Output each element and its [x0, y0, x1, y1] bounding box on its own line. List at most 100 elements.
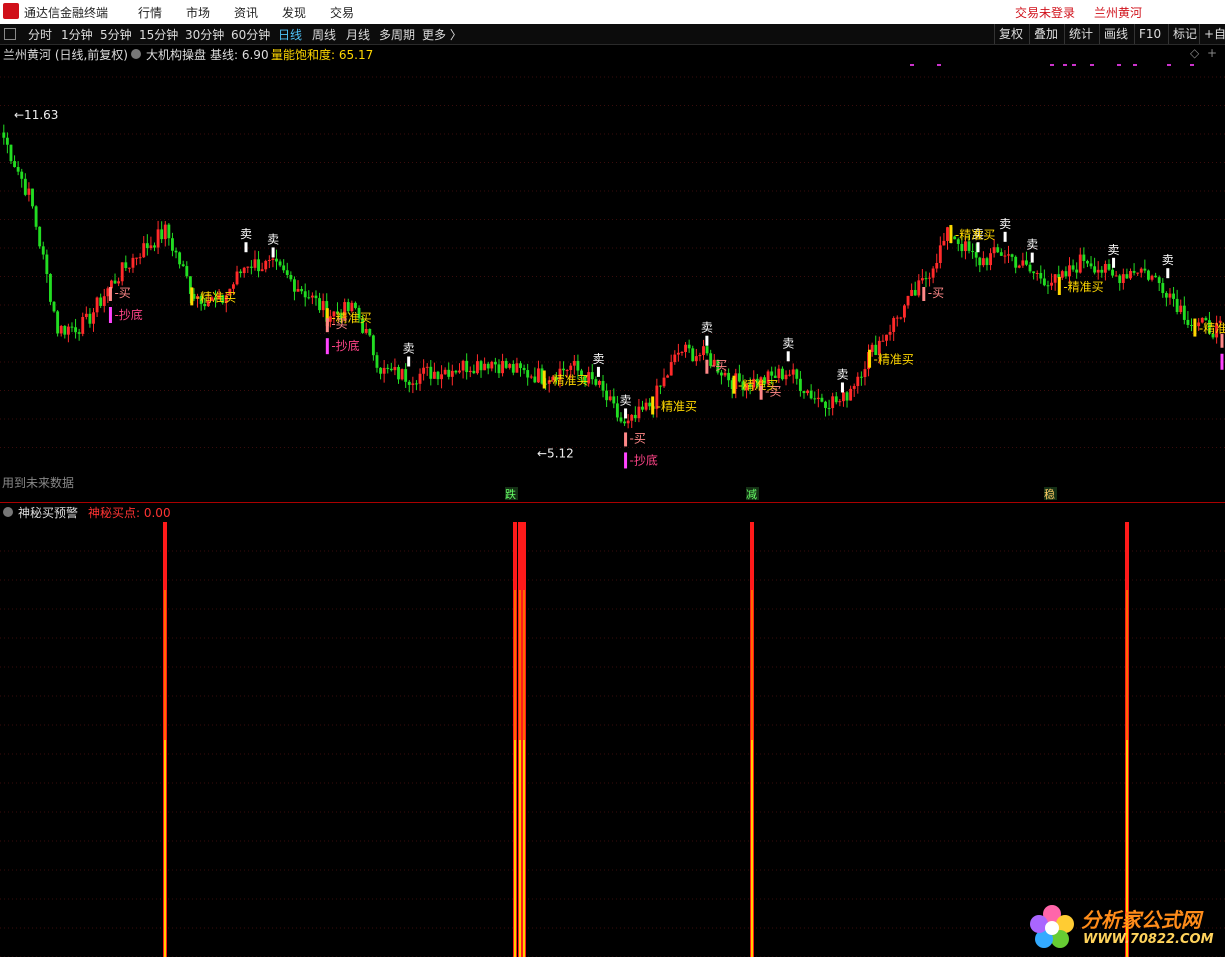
trade-login-status[interactable]: 交易未登录: [1015, 4, 1075, 21]
candle-body: [1014, 256, 1018, 268]
menu-quotes[interactable]: 行情: [138, 4, 162, 21]
precise-buy-label: -精准买: [1199, 322, 1225, 336]
candle-body: [163, 224, 167, 240]
precise-buy-label: -精准买: [196, 290, 236, 304]
expand-icon[interactable]: +: [1207, 46, 1217, 60]
candle-body: [838, 401, 842, 403]
candle-body: [400, 369, 404, 380]
candle-body: [1071, 265, 1075, 270]
candle-body: [971, 250, 975, 252]
precise-buy-marker: [190, 287, 194, 306]
candle-body: [813, 398, 817, 400]
candle-body: [594, 379, 598, 385]
period-15min[interactable]: 15分钟: [139, 26, 178, 43]
sell-label: 卖: [701, 321, 713, 335]
candle-body: [425, 366, 429, 368]
menu-discover[interactable]: 发现: [282, 4, 306, 21]
period-60min[interactable]: 60分钟: [231, 26, 270, 43]
tool-stats[interactable]: 统计: [1064, 24, 1097, 44]
candle-body: [842, 392, 845, 402]
tool-mark[interactable]: 标记: [1168, 24, 1201, 44]
candle-body: [1025, 260, 1028, 265]
candle-body: [967, 241, 971, 251]
signal-spike-glow: [514, 740, 516, 957]
tool-custom[interactable]: +自: [1199, 24, 1225, 44]
candle-body: [397, 367, 400, 380]
candle-body: [486, 363, 490, 369]
candle-body: [429, 366, 433, 379]
candle-body: [1021, 260, 1025, 266]
candle-body: [1147, 270, 1150, 280]
signal-dash: [1063, 64, 1067, 66]
candle-body: [1111, 269, 1114, 276]
sub-indicator-name[interactable]: 神秘买预警: [18, 504, 78, 521]
tool-draw[interactable]: 画线: [1099, 24, 1132, 44]
candle-body: [282, 265, 286, 271]
period-timeshare[interactable]: 分时: [28, 26, 52, 43]
candle-body: [974, 251, 978, 258]
precise-buy-marker: [732, 375, 736, 394]
precise-buy-label: -精准买: [548, 374, 588, 388]
signal-dash: [1072, 64, 1076, 66]
site-watermark: 分析家公式网 WWW.70822.COM: [1025, 900, 1225, 957]
tool-overlay[interactable]: 叠加: [1029, 24, 1062, 44]
sidebar-toggle-icon[interactable]: [4, 28, 16, 40]
menu-trade[interactable]: 交易: [330, 4, 354, 21]
period-more[interactable]: 更多 〉: [422, 26, 462, 43]
candle-body: [81, 316, 85, 334]
precise-buy-marker: [949, 225, 953, 244]
candle-body: [418, 373, 422, 384]
sell-label: 卖: [1108, 243, 1120, 257]
precise-buy-marker: [1193, 318, 1197, 337]
candle-body: [856, 376, 860, 386]
menu-news[interactable]: 资讯: [234, 4, 258, 21]
indicator-name[interactable]: 大机构操盘: [146, 46, 206, 63]
sell-marker: [1112, 257, 1116, 268]
current-stock-link[interactable]: 兰州黄河: [1094, 4, 1142, 21]
candle-body: [354, 302, 357, 308]
period-1min[interactable]: 1分钟: [61, 26, 93, 43]
candle-body: [303, 291, 307, 298]
candle-body: [1154, 275, 1158, 278]
period-5min[interactable]: 5分钟: [100, 26, 132, 43]
period-daily[interactable]: 日线: [278, 26, 302, 43]
candle-body: [924, 278, 928, 280]
precise-buy-label: -精准买: [955, 228, 995, 242]
candle-body: [178, 252, 182, 265]
candle-body: [440, 374, 443, 380]
sell-marker: [786, 351, 790, 362]
sell-label: 卖: [836, 367, 848, 381]
tool-f10[interactable]: F10: [1134, 24, 1165, 44]
period-weekly[interactable]: 周线: [312, 26, 336, 43]
sell-label: 卖: [1026, 238, 1038, 252]
candle-body: [989, 253, 992, 266]
candle-body: [264, 260, 268, 270]
candle-body: [504, 360, 508, 368]
candle-body: [590, 372, 594, 380]
period-toolbar: 分时 1分钟 5分钟 15分钟 30分钟 60分钟 日线 周线 月线 多周期 更…: [0, 24, 1225, 45]
indicator-toggle-icon[interactable]: [131, 48, 141, 62]
buy-label: -买: [331, 317, 347, 331]
candle-body: [120, 262, 124, 282]
candle-body: [253, 259, 257, 268]
period-monthly[interactable]: 月线: [346, 26, 370, 43]
candle-body: [705, 346, 709, 354]
period-30min[interactable]: 30分钟: [185, 26, 224, 43]
candle-body: [160, 229, 164, 240]
menu-market[interactable]: 市场: [186, 4, 210, 21]
candle-body: [95, 297, 99, 313]
tool-adjust[interactable]: 复权: [994, 24, 1027, 44]
period-multi[interactable]: 多周期: [379, 26, 415, 43]
candle-body: [131, 257, 135, 268]
candle-body: [605, 390, 609, 401]
candle-body: [608, 396, 612, 401]
candle-body: [450, 370, 454, 377]
sub-toggle-icon[interactable]: [3, 506, 13, 520]
kline-chart[interactable]: ←11.63←5.12卖 卖卖卖卖卖卖卖卖卖卖 卖卖-精准买-精准买-精准买-精准买…: [0, 62, 1225, 502]
diamond-icon[interactable]: ◇: [1190, 46, 1199, 60]
precise-buy-marker: [542, 370, 546, 389]
signal-dash: [1133, 64, 1137, 66]
candle-body: [468, 370, 472, 373]
signal-dash: [937, 64, 941, 66]
candle-body: [791, 369, 795, 375]
